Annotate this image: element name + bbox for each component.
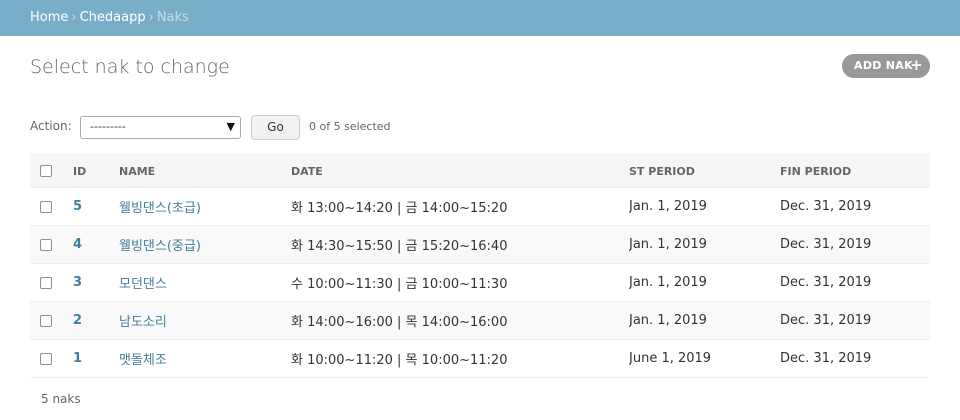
- row-date: 화 14:30~15:50 | 금 15:20~16:40: [291, 225, 629, 264]
- row-checkbox-cell: [30, 187, 73, 226]
- table-row: 2 남도소리 화 14:00~16:00 | 목 14:00~16:00 Jan…: [30, 301, 930, 340]
- row-id-link[interactable]: 4: [73, 237, 82, 252]
- table-row: 5 웰빙댄스(초급) 화 13:00~14:20 | 금 14:00~15:20…: [30, 187, 930, 226]
- row-id-link[interactable]: 2: [73, 313, 82, 328]
- table-row: 3 모던댄스 수 10:00~11:30 | 금 10:00~11:30 Jan…: [30, 263, 930, 302]
- row-name-cell: 모던댄스: [119, 263, 291, 302]
- row-id-cell: 1: [73, 339, 119, 378]
- row-fin-period: Dec. 31, 2019: [780, 339, 930, 378]
- breadcrumb-app-link[interactable]: Chedaapp: [80, 10, 146, 25]
- row-checkbox[interactable]: [40, 276, 52, 289]
- page-title: Select nak to change: [30, 56, 230, 78]
- row-date: 화 10:00~11:20 | 목 10:00~11:20: [291, 339, 629, 378]
- row-name-cell: 웰빙댄스(초급): [119, 187, 291, 226]
- row-date: 수 10:00~11:30 | 금 10:00~11:30: [291, 263, 629, 302]
- row-id-cell: 2: [73, 301, 119, 340]
- selection-counter: 0 of 5 selected: [309, 120, 391, 133]
- row-checkbox[interactable]: [40, 200, 52, 213]
- row-date: 화 14:00~16:00 | 목 14:00~16:00: [291, 301, 629, 340]
- row-checkbox[interactable]: [40, 238, 52, 251]
- action-select-value: ---------: [90, 120, 126, 133]
- action-select[interactable]: --------- ▼: [80, 116, 241, 139]
- row-name-cell: 웰빙댄스(중급): [119, 225, 291, 264]
- row-st-period: June 1, 2019: [629, 339, 780, 378]
- action-label: Action:: [30, 119, 72, 133]
- column-header-name[interactable]: NAME: [119, 154, 291, 188]
- row-fin-period: Dec. 31, 2019: [780, 263, 930, 302]
- row-checkbox-cell: [30, 225, 73, 264]
- add-nak-button[interactable]: ADD NAK +: [842, 54, 930, 78]
- row-id-cell: 5: [73, 187, 119, 226]
- row-name-link[interactable]: 웰빙댄스(중급): [119, 239, 201, 254]
- row-fin-period: Dec. 31, 2019: [780, 301, 930, 340]
- row-id-link[interactable]: 5: [73, 199, 82, 214]
- add-nak-label: ADD NAK: [854, 59, 913, 72]
- paginator-count: 5 naks: [41, 392, 81, 406]
- row-fin-period: Dec. 31, 2019: [780, 225, 930, 264]
- row-st-period: Jan. 1, 2019: [629, 263, 780, 302]
- breadcrumb-home-link[interactable]: Home: [30, 10, 68, 25]
- column-header-fin-period[interactable]: FIN PERIOD: [780, 154, 930, 188]
- row-st-period: Jan. 1, 2019: [629, 187, 780, 226]
- plus-icon: +: [910, 56, 923, 74]
- breadcrumb-current: Naks: [156, 10, 189, 25]
- row-name-link[interactable]: 웰빙댄스(초급): [119, 201, 201, 216]
- row-id-link[interactable]: 3: [73, 275, 82, 290]
- row-name-cell: 남도소리: [119, 301, 291, 340]
- row-st-period: Jan. 1, 2019: [629, 301, 780, 340]
- row-id-cell: 4: [73, 225, 119, 264]
- row-checkbox-cell: [30, 263, 73, 302]
- row-id-cell: 3: [73, 263, 119, 302]
- row-st-period: Jan. 1, 2019: [629, 225, 780, 264]
- row-name-link[interactable]: 모던댄스: [119, 277, 167, 292]
- go-button[interactable]: Go: [251, 115, 300, 140]
- column-header-date[interactable]: DATE: [291, 154, 629, 188]
- row-checkbox-cell: [30, 301, 73, 340]
- row-name-link[interactable]: 맷돌체조: [119, 353, 167, 368]
- row-name-link[interactable]: 남도소리: [119, 315, 167, 330]
- breadcrumb-separator: ›: [148, 10, 154, 25]
- row-fin-period: Dec. 31, 2019: [780, 187, 930, 226]
- select-all-cell: [30, 154, 73, 188]
- results-table: ID NAME DATE ST PERIOD FIN PERIOD 5 웰빙댄스…: [30, 154, 930, 378]
- table-row: 1 맷돌체조 화 10:00~11:20 | 목 10:00~11:20 Jun…: [30, 339, 930, 378]
- select-all-checkbox[interactable]: [40, 164, 52, 177]
- row-checkbox-cell: [30, 339, 73, 378]
- breadcrumb: Home › Chedaapp › Naks: [0, 0, 960, 36]
- column-header-st-period[interactable]: ST PERIOD: [629, 154, 780, 188]
- table-row: 4 웰빙댄스(중급) 화 14:30~15:50 | 금 15:20~16:40…: [30, 225, 930, 264]
- table-header-row: ID NAME DATE ST PERIOD FIN PERIOD: [30, 154, 930, 188]
- row-id-link[interactable]: 1: [73, 351, 82, 366]
- breadcrumb-separator: ›: [71, 10, 77, 25]
- row-checkbox[interactable]: [40, 314, 52, 327]
- row-name-cell: 맷돌체조: [119, 339, 291, 378]
- column-header-id[interactable]: ID: [73, 154, 119, 188]
- row-date: 화 13:00~14:20 | 금 14:00~15:20: [291, 187, 629, 226]
- row-checkbox[interactable]: [40, 352, 52, 365]
- dropdown-arrow-icon: ▼: [226, 120, 235, 133]
